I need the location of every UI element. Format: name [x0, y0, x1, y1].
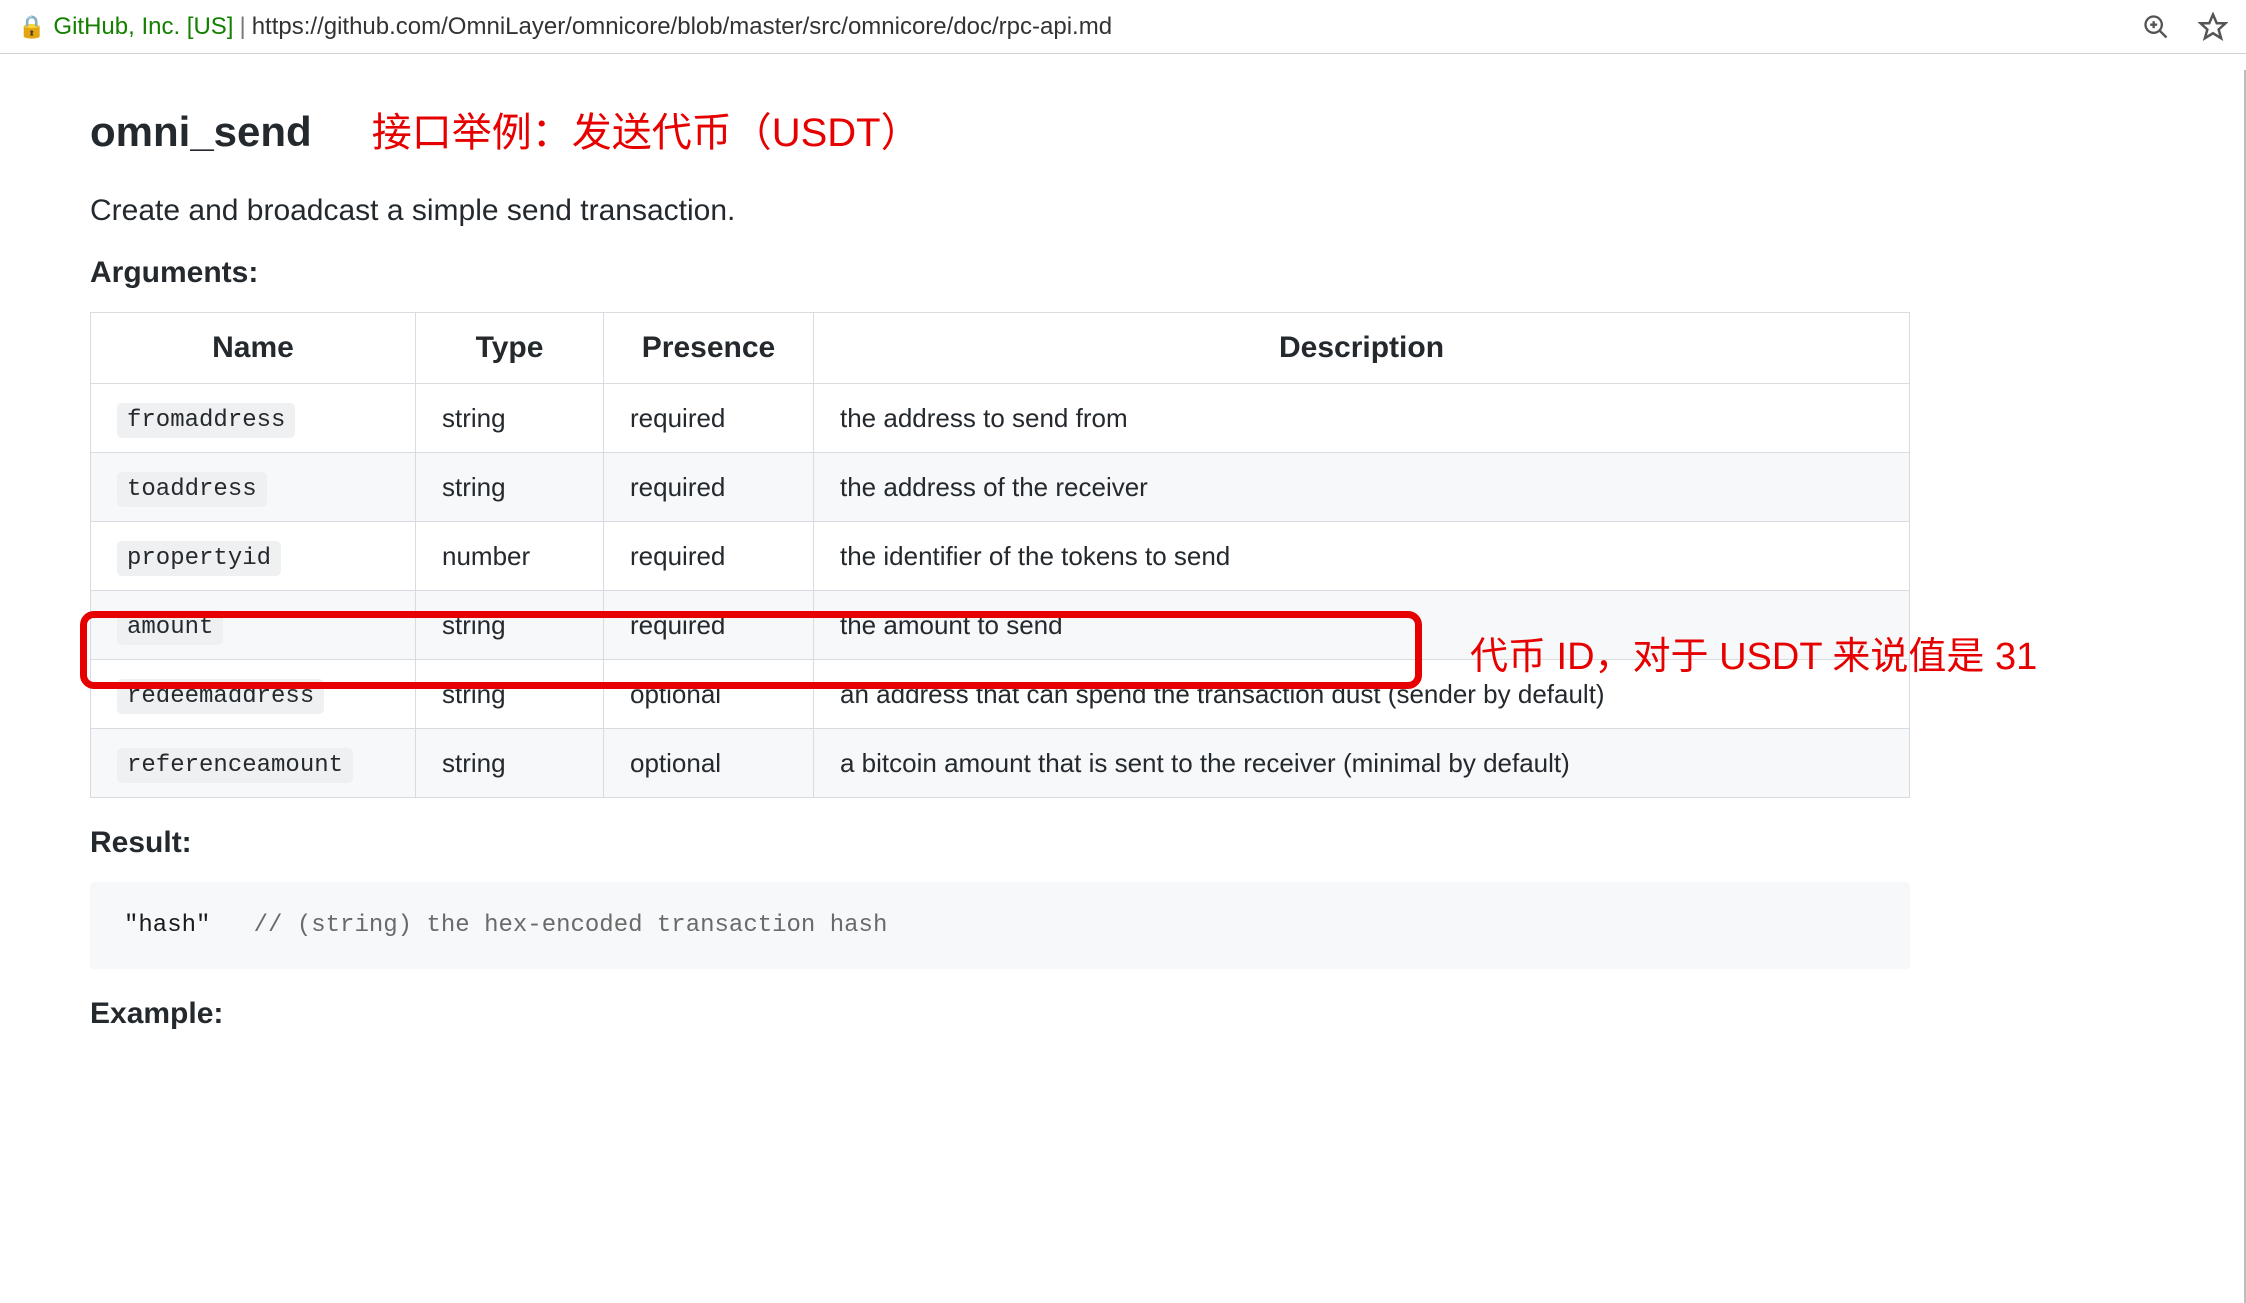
arg-name: propertyid	[117, 541, 281, 576]
arg-presence: optional	[604, 729, 814, 798]
arg-name: amount	[117, 610, 223, 645]
arg-name: referenceamount	[117, 748, 353, 783]
result-heading: Result:	[90, 826, 2154, 860]
arg-type: string	[416, 660, 604, 729]
result-codeblock: "hash" // (string) the hex-encoded trans…	[90, 882, 1910, 969]
browser-url-bar[interactable]: 🔒 GitHub, Inc. [US] | https://github.com…	[0, 0, 2246, 54]
arguments-heading: Arguments:	[90, 256, 2154, 290]
table-row: toaddress string required the address of…	[91, 453, 1910, 522]
lead-paragraph: Create and broadcast a simple send trans…	[90, 194, 2154, 228]
arg-type: string	[416, 729, 604, 798]
code-comment: // (string) the hex-encoded transaction …	[254, 912, 888, 939]
arg-type: string	[416, 453, 604, 522]
arg-name: fromaddress	[117, 403, 295, 438]
code-string: "hash"	[124, 912, 210, 939]
arg-presence: required	[604, 453, 814, 522]
annotation-title: 接口举例：发送代币（USDT）	[372, 100, 921, 158]
arg-presence: required	[604, 384, 814, 453]
url-separator: |	[239, 13, 245, 41]
th-name: Name	[91, 313, 416, 384]
table-row: fromaddress string required the address …	[91, 384, 1910, 453]
arg-presence: optional	[604, 660, 814, 729]
zoom-icon[interactable]	[2142, 13, 2170, 41]
arg-name: toaddress	[117, 472, 267, 507]
th-presence: Presence	[604, 313, 814, 384]
url-org: GitHub, Inc. [US]	[53, 13, 233, 41]
arg-name: redeemaddress	[117, 679, 324, 714]
api-heading: omni_send	[90, 108, 312, 156]
arg-presence: required	[604, 522, 814, 591]
arg-description: the address to send from	[814, 384, 1910, 453]
arg-description: the address of the receiver	[814, 453, 1910, 522]
arg-type: string	[416, 591, 604, 660]
document-content: omni_send 接口举例：发送代币（USDT） Create and bro…	[0, 70, 2244, 1093]
table-row: referenceamount string optional a bitcoi…	[91, 729, 1910, 798]
table-header-row: Name Type Presence Description	[91, 313, 1910, 384]
lock-icon: 🔒	[18, 14, 45, 40]
arguments-table: Name Type Presence Description fromaddre…	[90, 312, 1910, 798]
table-row: propertyid number required the identifie…	[91, 522, 1910, 591]
example-heading: Example:	[90, 997, 2154, 1031]
arg-type: number	[416, 522, 604, 591]
star-icon[interactable]	[2198, 12, 2228, 42]
th-type: Type	[416, 313, 604, 384]
annotation-row-note: 代币 ID，对于 USDT 来说值是 31	[1470, 625, 2037, 680]
th-description: Description	[814, 313, 1910, 384]
arg-description: the identifier of the tokens to send	[814, 522, 1910, 591]
arg-type: string	[416, 384, 604, 453]
url-text: https://github.com/OmniLayer/omnicore/bl…	[252, 13, 1112, 41]
arg-description: a bitcoin amount that is sent to the rec…	[814, 729, 1910, 798]
arg-presence: required	[604, 591, 814, 660]
